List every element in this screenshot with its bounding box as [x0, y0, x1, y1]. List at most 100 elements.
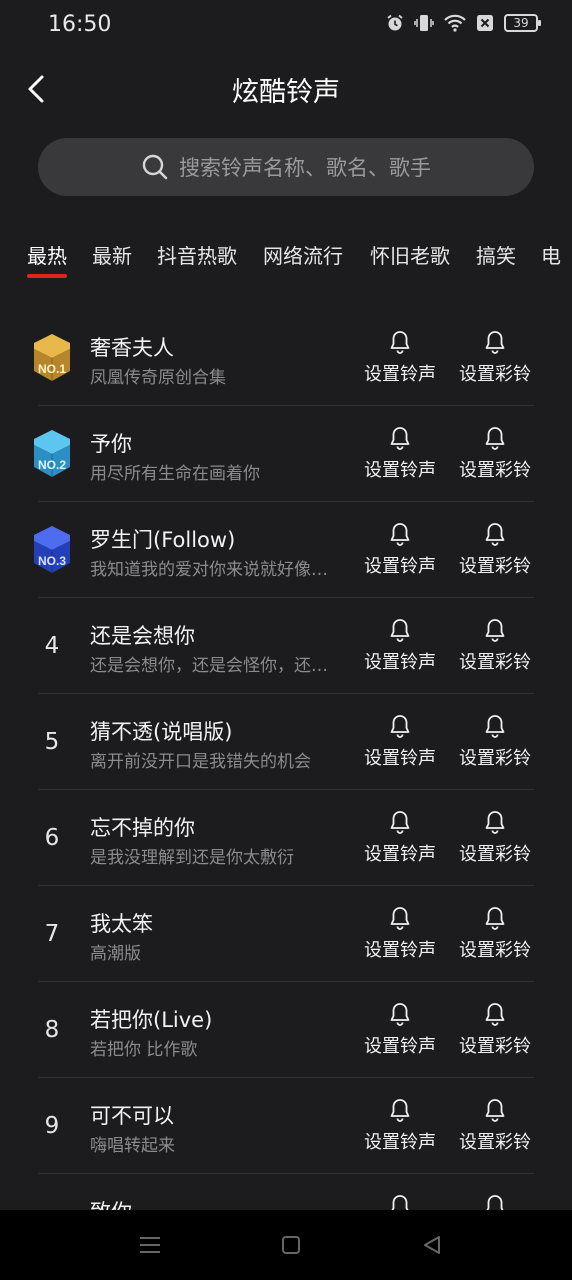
set-ringtone-button[interactable]: 设置铃声	[358, 1098, 442, 1158]
list-item[interactable]: NO.1 奢香夫人 凤凰传奇原创合集 设置铃声 设置彩铃	[0, 310, 572, 406]
song-title: 可不可以	[90, 1104, 174, 1128]
list-item[interactable]: 9 可不可以 嗨唱转起来 设置铃声 设置彩铃	[0, 1078, 572, 1174]
set-crbt-button[interactable]: 设置彩铃	[453, 714, 537, 774]
set-ringtone-label: 设置铃声	[364, 748, 436, 769]
bell-icon	[485, 331, 505, 354]
list-item[interactable]: 4 还是会想你 还是会想你，还是会怪你，还是会 设置铃声 设置彩铃	[0, 598, 572, 694]
song-title: 还是会想你	[90, 624, 195, 648]
bell-icon	[390, 523, 410, 546]
list-item[interactable]: 6 忘不掉的你 是我没理解到还是你太敷衍 设置铃声 设置彩铃	[0, 790, 572, 886]
alarm-icon	[387, 14, 403, 31]
list-item[interactable]: 5 猜不透(说唱版) 离开前没开口是我错失的机会 设置铃声 设置彩铃	[0, 694, 572, 790]
rank-number: 6	[44, 825, 60, 851]
back-nav-button[interactable]	[417, 1230, 447, 1260]
active-tab-indicator	[27, 274, 67, 278]
bell-icon	[390, 1003, 410, 1026]
system-nav-bar	[0, 1210, 572, 1280]
song-subtitle: 离开前没开口是我错失的机会	[90, 752, 311, 772]
set-ringtone-label: 设置铃声	[364, 556, 436, 577]
set-ringtone-button[interactable]: 设置铃声	[358, 522, 442, 582]
svg-text:NO.2: NO.2	[38, 458, 66, 472]
set-crbt-label: 设置彩铃	[459, 556, 531, 577]
set-crbt-label: 设置彩铃	[459, 1036, 531, 1057]
list-item[interactable]: 7 我太笨 高潮版 设置铃声 设置彩铃	[0, 886, 572, 982]
search-placeholder: 搜索铃声名称、歌名、歌手	[179, 156, 431, 180]
set-ringtone-button[interactable]: 设置铃声	[358, 810, 442, 870]
rank-number: 9	[44, 1113, 60, 1139]
status-time: 16:50	[48, 12, 112, 37]
bell-icon	[390, 811, 410, 834]
bell-icon	[390, 715, 410, 738]
list-item[interactable]: 8 若把你(Live) 若把你 比作歌 设置铃声 设置彩铃	[0, 982, 572, 1078]
home-button[interactable]	[276, 1230, 306, 1260]
set-crbt-label: 设置彩铃	[459, 844, 531, 865]
song-subtitle: 若把你 比作歌	[90, 1040, 198, 1060]
set-crbt-button[interactable]: 设置彩铃	[453, 810, 537, 870]
bell-icon	[485, 619, 505, 642]
set-ringtone-button[interactable]: 设置铃声	[358, 426, 442, 486]
song-title: 罗生门(Follow)	[90, 528, 236, 552]
rank-1-badge-icon: NO.1	[34, 334, 70, 381]
wifi-icon	[444, 14, 466, 32]
menu-button[interactable]	[135, 1230, 165, 1260]
category-tabs: 最热 最新 抖音热歌 网络流行 怀旧老歌 搞笑 电	[0, 234, 572, 284]
set-ringtone-button[interactable]: 设置铃声	[358, 906, 442, 966]
tab-internet-popular[interactable]: 网络流行	[263, 240, 343, 269]
set-crbt-button[interactable]: 设置彩铃	[453, 522, 537, 582]
song-subtitle: 是我没理解到还是你太敷衍	[90, 848, 294, 868]
bell-icon	[485, 811, 505, 834]
set-crbt-label: 设置彩铃	[459, 460, 531, 481]
svg-text:NO.1: NO.1	[38, 362, 66, 376]
list-item[interactable]: NO.3 罗生门(Follow) 我知道我的爱对你来说就好像负担 设置铃声 设置…	[0, 502, 572, 598]
tab-oldies[interactable]: 怀旧老歌	[370, 240, 450, 269]
song-subtitle: 高潮版	[90, 944, 141, 964]
bell-icon	[485, 427, 505, 450]
set-crbt-button[interactable]: 设置彩铃	[453, 618, 537, 678]
svg-text:NO.3: NO.3	[38, 554, 66, 568]
tab-hottest[interactable]: 最热	[27, 240, 67, 269]
bell-icon	[390, 619, 410, 642]
song-title: 予你	[90, 432, 132, 456]
song-title: 猜不透(说唱版)	[90, 720, 233, 744]
bell-icon	[485, 523, 505, 546]
tab-more[interactable]: 电	[541, 240, 561, 269]
set-ringtone-label: 设置铃声	[364, 844, 436, 865]
bell-icon	[485, 907, 505, 930]
set-crbt-button[interactable]: 设置彩铃	[453, 330, 537, 390]
header: 炫酷铃声	[0, 56, 572, 120]
page-title: 炫酷铃声	[232, 77, 340, 108]
set-crbt-label: 设置彩铃	[459, 748, 531, 769]
song-title: 若把你(Live)	[90, 1008, 213, 1032]
home-icon	[282, 1236, 300, 1254]
rank-2-badge-icon: NO.2	[34, 430, 70, 477]
song-subtitle: 用尽所有生命在画着你	[90, 464, 260, 484]
set-ringtone-label: 设置铃声	[364, 1132, 436, 1153]
tab-newest[interactable]: 最新	[92, 240, 132, 269]
rank-number: 7	[44, 921, 60, 947]
battery-icon: 39	[504, 14, 541, 32]
search-icon	[142, 154, 168, 180]
set-ringtone-button[interactable]: 设置铃声	[358, 618, 442, 678]
set-crbt-label: 设置彩铃	[459, 940, 531, 961]
set-crbt-button[interactable]: 设置彩铃	[453, 1098, 537, 1158]
set-crbt-button[interactable]: 设置彩铃	[453, 426, 537, 486]
bell-icon	[390, 331, 410, 354]
song-subtitle: 我知道我的爱对你来说就好像负担	[90, 560, 334, 580]
no-sim-icon	[477, 15, 493, 31]
set-ringtone-button[interactable]: 设置铃声	[358, 714, 442, 774]
set-crbt-button[interactable]: 设置彩铃	[453, 906, 537, 966]
set-ringtone-label: 设置铃声	[364, 652, 436, 673]
set-ringtone-button[interactable]: 设置铃声	[358, 1002, 442, 1062]
song-subtitle: 还是会想你，还是会怪你，还是会	[90, 656, 334, 676]
set-crbt-button[interactable]: 设置彩铃	[453, 1002, 537, 1062]
set-ringtone-label: 设置铃声	[364, 364, 436, 385]
list-item[interactable]: NO.2 予你 用尽所有生命在画着你 设置铃声 设置彩铃	[0, 406, 572, 502]
menu-icon	[140, 1237, 160, 1253]
battery-level: 39	[513, 16, 529, 30]
tab-douyin-hits[interactable]: 抖音热歌	[157, 240, 237, 269]
search-input[interactable]: 搜索铃声名称、歌名、歌手	[38, 138, 534, 196]
tab-funny[interactable]: 搞笑	[476, 240, 516, 269]
rank-3-badge-icon: NO.3	[34, 526, 70, 573]
rank-number: 4	[44, 633, 60, 659]
set-ringtone-button[interactable]: 设置铃声	[358, 330, 442, 390]
